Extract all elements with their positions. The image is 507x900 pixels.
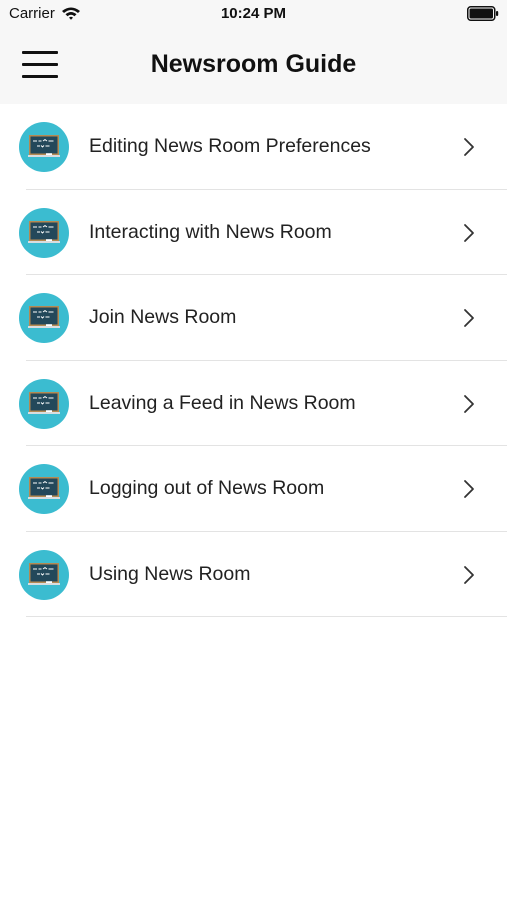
chevron-right-icon: [464, 138, 474, 156]
battery-icon: [467, 6, 499, 21]
chalkboard-icon: [19, 549, 69, 600]
chevron-right-icon: [464, 480, 474, 498]
chalkboard-icon: [19, 207, 69, 258]
chevron-right-icon: [464, 309, 474, 327]
chalkboard-icon: [19, 122, 69, 172]
list-item[interactable]: Editing News Room Preferences: [0, 104, 507, 190]
list-item-label: Using News Room: [89, 562, 251, 585]
chalkboard-icon: [19, 293, 69, 343]
chevron-right-icon: [464, 565, 474, 584]
status-bar: Carrier 10:24 PM: [0, 0, 507, 26]
chalkboard-icon: [19, 378, 69, 429]
chevron-right-icon: [464, 394, 474, 413]
hamburger-menu-icon[interactable]: [18, 46, 62, 82]
list-item-label: Leaving a Feed in News Room: [89, 391, 356, 414]
list-item-label: Logging out of News Room: [89, 477, 325, 499]
page-title: Newsroom Guide: [150, 50, 357, 78]
list-item-label: Editing News Room Preferences: [89, 135, 371, 157]
list-item-label: Interacting with News Room: [89, 220, 332, 243]
list-item-label: Join News Room: [89, 306, 237, 328]
navigation-bar: Newsroom Guide: [0, 26, 507, 104]
list-item[interactable]: Logging out of News Room: [0, 446, 507, 532]
guide-list: Editing News Room Preferences Interactin…: [0, 104, 507, 617]
chalkboard-icon: [19, 464, 69, 514]
list-item[interactable]: Interacting with News Room: [0, 190, 507, 276]
list-item[interactable]: Join News Room: [0, 275, 507, 361]
list-item[interactable]: Using News Room: [0, 532, 507, 618]
status-time: 10:24 PM: [220, 5, 287, 22]
chevron-right-icon: [464, 223, 474, 242]
list-item[interactable]: Leaving a Feed in News Room: [0, 361, 507, 447]
